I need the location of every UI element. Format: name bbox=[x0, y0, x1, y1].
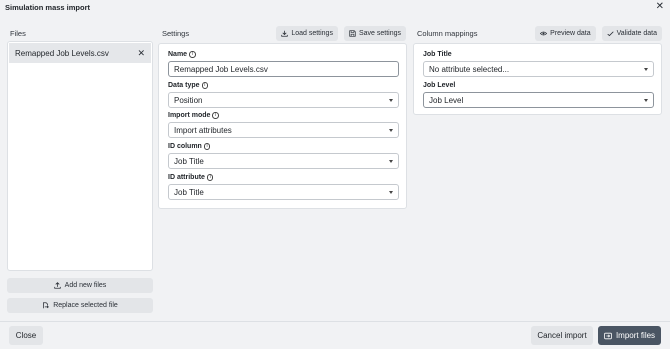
check-icon bbox=[607, 30, 614, 36]
load-settings-label: Load settings bbox=[291, 29, 333, 37]
name-input[interactable]: Remapped Job Levels.csv bbox=[168, 61, 399, 77]
files-heading: Files bbox=[10, 28, 26, 38]
settings-header: Settings Load settings Save settings bbox=[162, 25, 406, 41]
mapping-row: Job Level Job Level bbox=[423, 81, 654, 108]
add-files-button[interactable]: Add new files bbox=[7, 278, 153, 293]
mapping-label: Job Title bbox=[423, 51, 452, 58]
id-column-select[interactable]: Job Title bbox=[168, 153, 399, 169]
mapping-row: Job Title No attribute selected... bbox=[423, 50, 654, 77]
chevron-down-icon bbox=[644, 67, 648, 71]
close-icon[interactable]: ✕ bbox=[656, 2, 664, 12]
import-mode-field: Import mode i Import attributes bbox=[168, 111, 399, 138]
save-settings-button[interactable]: Save settings bbox=[343, 25, 406, 41]
mappings-heading: Column mappings bbox=[417, 28, 478, 38]
mapping-select[interactable]: Job Level bbox=[423, 92, 654, 108]
settings-heading: Settings bbox=[162, 28, 190, 38]
footer-divider bbox=[0, 321, 670, 322]
mapping-select[interactable]: No attribute selected... bbox=[423, 61, 654, 77]
preview-data-button[interactable]: Preview data bbox=[535, 25, 596, 41]
name-field: Name i Remapped Job Levels.csv bbox=[168, 50, 399, 77]
id-attribute-field: ID attribute i Job Title bbox=[168, 173, 399, 200]
name-label: Name i bbox=[168, 50, 399, 59]
info-icon: i bbox=[212, 112, 219, 119]
save-icon bbox=[349, 29, 356, 37]
load-settings-button[interactable]: Load settings bbox=[276, 25, 338, 41]
info-icon: i bbox=[203, 143, 211, 150]
id-column-label: ID column i bbox=[168, 142, 399, 151]
id-column-field: ID column i Job Title bbox=[168, 142, 399, 169]
chevron-down-icon bbox=[389, 128, 393, 132]
upload-icon bbox=[53, 282, 61, 289]
file-item[interactable]: Remapped Job Levels.csv ✕ bbox=[9, 43, 151, 63]
eye-icon bbox=[540, 31, 548, 35]
chevron-down-icon bbox=[389, 190, 393, 194]
download-icon bbox=[281, 30, 288, 37]
validate-data-button[interactable]: Validate data bbox=[601, 25, 662, 41]
file-name: Remapped Job Levels.csv bbox=[15, 48, 109, 58]
info-icon: i bbox=[201, 82, 209, 89]
mappings-panel: Job Title No attribute selected... Job L… bbox=[413, 43, 662, 115]
chevron-down-icon bbox=[644, 98, 648, 102]
preview-data-label: Preview data bbox=[550, 29, 591, 37]
replace-file-label: Replace selected file bbox=[53, 302, 118, 309]
add-files-label: Add new files bbox=[64, 282, 107, 289]
id-attribute-label: ID attribute i bbox=[168, 173, 399, 182]
replace-file-button[interactable]: Replace selected file bbox=[7, 298, 153, 313]
chevron-down-icon bbox=[389, 98, 393, 102]
mapping-label: Job Level bbox=[423, 82, 456, 89]
data-type-select[interactable]: Position bbox=[168, 92, 399, 108]
window-title: Simulation mass import bbox=[5, 2, 91, 12]
import-mode-select[interactable]: Import attributes bbox=[168, 122, 399, 138]
id-attribute-select[interactable]: Job Title bbox=[168, 184, 399, 200]
data-type-label: Data type i bbox=[168, 81, 399, 90]
settings-panel: Name i Remapped Job Levels.csv Data type… bbox=[158, 43, 407, 209]
title-bar: Simulation mass import ✕ bbox=[0, 0, 670, 14]
files-list: Remapped Job Levels.csv ✕ bbox=[7, 41, 153, 271]
import-icon bbox=[604, 332, 612, 339]
import-files-button[interactable]: Import files bbox=[598, 326, 661, 345]
data-type-field: Data type i Position bbox=[168, 81, 399, 108]
cancel-import-button[interactable]: Cancel import bbox=[531, 326, 593, 345]
files-header: Files bbox=[10, 25, 153, 41]
replace-icon bbox=[43, 302, 50, 309]
save-settings-label: Save settings bbox=[358, 29, 401, 37]
chevron-down-icon bbox=[389, 159, 393, 163]
mappings-header: Column mappings Preview data Validate da… bbox=[417, 25, 662, 41]
validate-data-label: Validate data bbox=[616, 29, 657, 37]
import-mode-label: Import mode i bbox=[168, 111, 399, 120]
info-icon: i bbox=[206, 174, 214, 181]
remove-file-icon[interactable]: ✕ bbox=[137, 48, 145, 59]
info-icon: i bbox=[189, 51, 196, 58]
close-button[interactable]: Close bbox=[9, 326, 43, 345]
